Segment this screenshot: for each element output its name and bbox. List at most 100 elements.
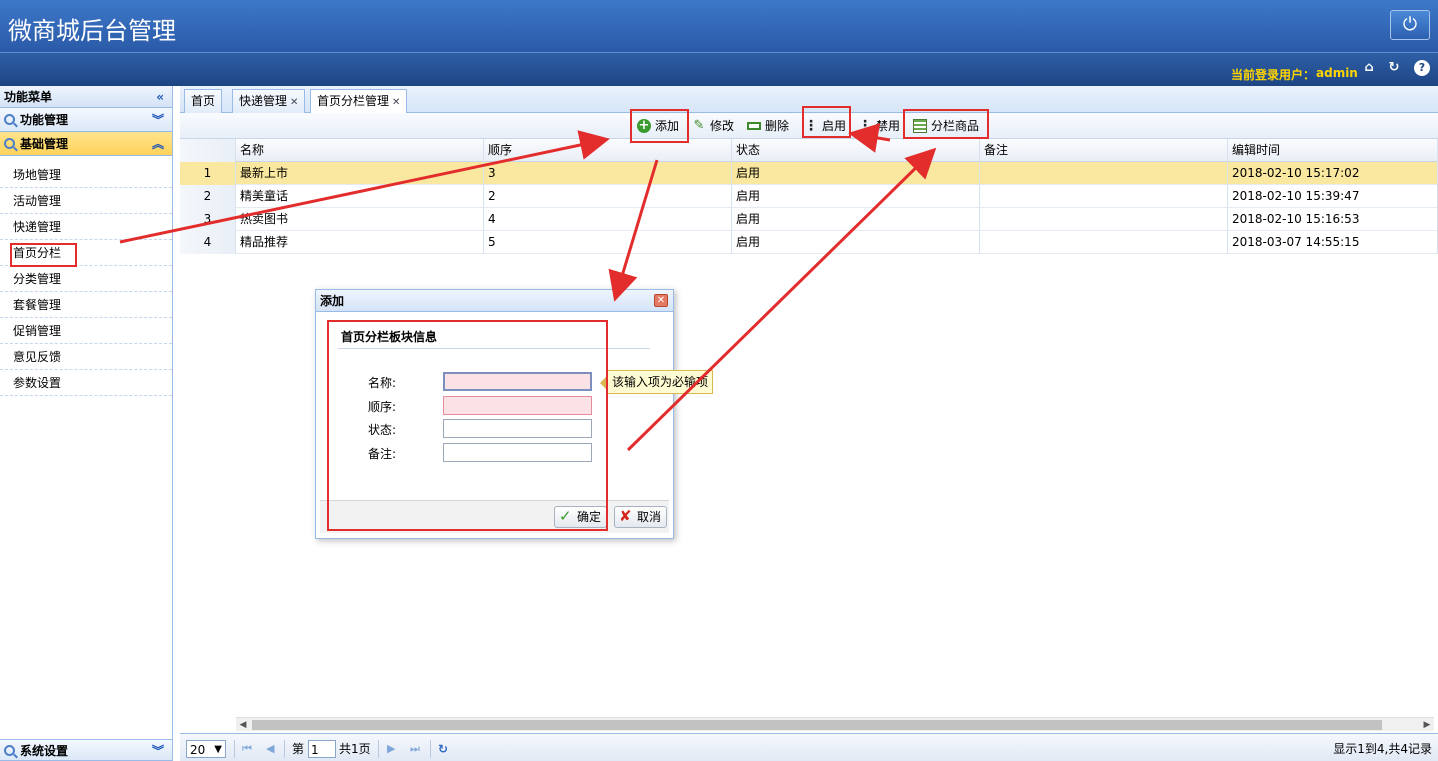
cell-note [980,231,1228,254]
edit-button[interactable]: ✎ 修改 [692,117,734,135]
sidebar-title-text: 功能菜单 [4,90,53,104]
page-total: 共1页 [339,742,371,756]
scroll-left-icon[interactable]: ◀ [236,718,250,732]
delete-button[interactable]: 删除 [747,117,789,135]
tab-label: 首页 [191,94,216,108]
sidebar-item-parameters[interactable]: 参数设置 [0,370,172,396]
column-header-name[interactable]: 名称 [236,139,484,162]
sidebar-item-package[interactable]: 套餐管理 [0,292,172,318]
note-input[interactable] [443,443,592,462]
add-dialog: 添加 ✕ 首页分栏板块信息 名称: 顺序: 状态: 备注: 该输入项为必输项 ✓… [315,289,714,539]
column-header-status[interactable]: 状态 [732,139,980,162]
toolbar: + 添加 ✎ 修改 删除 ⋮ 启用 ⋮ 禁用 分栏商品 [180,113,1438,139]
cancel-button[interactable]: ✘ 取消 [614,506,668,528]
table-row[interactable]: 1 最新上市 3 启用 2018-02-10 15:17:02 [180,162,1438,185]
sidebar-title: 功能菜单 « [0,86,172,108]
pager-separator [284,740,285,758]
sidebar-item-label: 促销管理 [13,324,62,338]
pager-separator [234,740,235,758]
user-bar: 当前登录用户： admin ⌂ ↻ ? [0,52,1438,86]
close-icon[interactable]: ✕ [654,294,668,307]
accordion-function-management[interactable]: 功能管理 ︾ [0,108,172,132]
scroll-right-icon[interactable]: ▶ [1420,718,1434,732]
table-row[interactable]: 2 精美童话 2 启用 2018-02-10 15:39:47 [180,185,1438,208]
tab-strip: 首页 快递管理 ✕ 首页分栏管理 ✕ [180,86,1438,114]
edit-label: 修改 [710,119,735,133]
status-input[interactable] [443,419,592,438]
first-page-icon[interactable]: ⏮ [242,740,252,758]
power-button[interactable]: ⏻ [1390,10,1430,40]
close-icon[interactable]: ✕ [290,97,298,108]
grid-icon [913,119,927,133]
enable-button[interactable]: ⋮ 启用 [804,117,846,135]
current-user-label: 当前登录用户： [1231,68,1316,82]
add-button[interactable]: + 添加 [637,117,679,135]
sidebar-item-label: 参数设置 [13,376,62,390]
cell-note [980,208,1228,231]
sidebar-item-category[interactable]: 分类管理 [0,266,172,292]
sidebar-item-express[interactable]: 快递管理 [0,214,172,240]
previous-page-icon[interactable]: ◀ [266,740,274,758]
sidebar-item-label: 活动管理 [13,194,62,208]
accordion-basic-management[interactable]: 基础管理 ︽ [0,132,172,156]
cell-note [980,162,1228,185]
sidebar-item-home-column[interactable]: 首页分栏 [0,240,172,266]
cancel-label: 取消 [637,510,662,524]
pager-separator [378,740,379,758]
disable-button[interactable]: ⋮ 禁用 [858,117,900,135]
sidebar-item-label: 套餐管理 [13,298,62,312]
name-input[interactable] [443,372,592,391]
search-icon [4,745,15,756]
sidebar-item-label: 首页分栏 [13,246,62,260]
last-page-icon[interactable]: ⏭ [410,740,420,758]
help-icon[interactable]: ? [1414,60,1430,76]
cell-note [980,185,1228,208]
order-input[interactable] [443,396,592,415]
sidebar-item-promotion[interactable]: 促销管理 [0,318,172,344]
tab-home[interactable]: 首页 [184,89,223,113]
table-row[interactable]: 4 精品推荐 5 启用 2018-03-07 14:55:15 [180,231,1438,254]
form-section-title: 首页分栏板块信息 [341,330,438,344]
cell-status: 启用 [732,185,980,208]
delete-label: 删除 [765,119,790,133]
dialog-titlebar[interactable]: 添加 ✕ [316,290,673,312]
sidebar-item-label: 意见反馈 [13,350,62,364]
sidebar-item-venue[interactable]: 场地管理 [0,162,172,188]
horizontal-scrollbar[interactable]: ◀ ▶ [236,717,1434,731]
field-label-status: 状态: [368,423,397,437]
app-window: 微商城后台管理 ⏻ 当前登录用户： admin ⌂ ↻ ? 功能菜单 « 功能管… [0,0,1438,761]
page-number-input[interactable]: 1 [308,740,336,758]
row-number: 1 [180,162,236,185]
plus-icon: + [637,118,651,133]
close-icon[interactable]: ✕ [392,97,400,108]
tab-express[interactable]: 快递管理 ✕ [232,89,306,113]
cell-status: 启用 [732,208,980,231]
cross-icon: ✘ [619,507,632,525]
sidebar-item-activity[interactable]: 活动管理 [0,188,172,214]
row-number: 4 [180,231,236,254]
page-size-select[interactable]: 20 ▼ [186,740,226,758]
home-icon[interactable]: ⌂ [1361,60,1377,76]
cell-edit-time: 2018-02-10 15:17:02 [1228,162,1438,185]
cell-name: 精品推荐 [236,231,484,254]
column-header-edit-time[interactable]: 编辑时间 [1228,139,1438,162]
column-header-order[interactable]: 顺序 [484,139,732,162]
chevron-down-icon: ︾ [151,113,164,127]
disable-label: 禁用 [876,119,901,133]
collapse-sidebar-icon[interactable]: « [156,86,164,108]
column-goods-button[interactable]: 分栏商品 [913,117,979,135]
form-divider [338,348,650,349]
next-page-icon[interactable]: ▶ [387,740,395,758]
reload-icon[interactable]: ↻ [438,740,448,758]
table-row[interactable]: 3 热卖图书 4 启用 2018-02-10 15:16:53 [180,208,1438,231]
accordion-system-settings[interactable]: 系统设置 ︾ [0,739,172,761]
sidebar-item-feedback[interactable]: 意见反馈 [0,344,172,370]
scroll-thumb[interactable] [252,720,1382,730]
confirm-button[interactable]: ✓ 确定 [554,506,608,528]
refresh-icon[interactable]: ↻ [1386,60,1402,76]
power-icon: ⏻ [1402,14,1418,35]
column-header-note[interactable]: 备注 [980,139,1228,162]
minus-icon [747,122,761,130]
tab-home-column[interactable]: 首页分栏管理 ✕ [310,89,408,114]
cell-name: 最新上市 [236,162,484,185]
